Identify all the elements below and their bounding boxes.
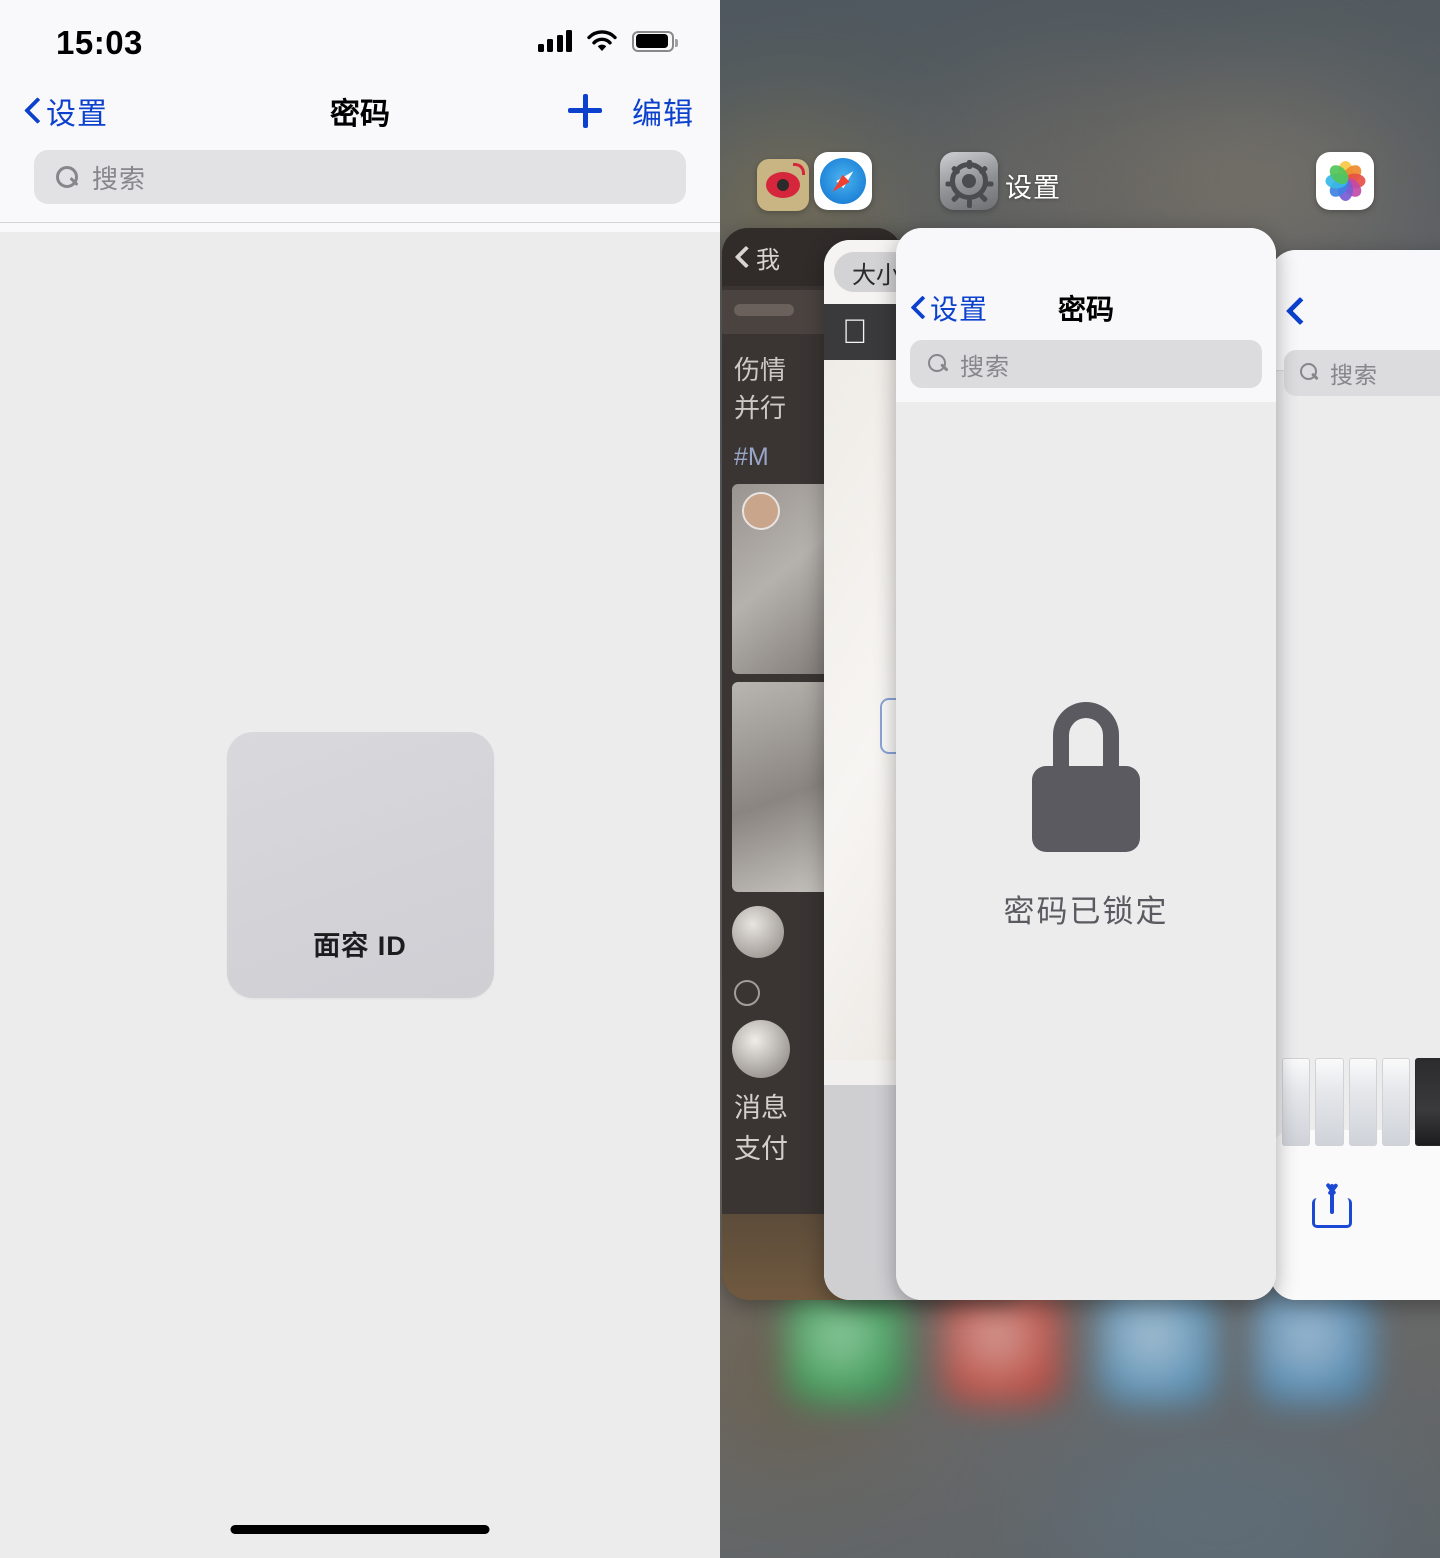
dock-icon-blue-2[interactable] [1254,1285,1374,1405]
back-button-label: 设置 [46,98,108,131]
back-button[interactable]: 设置 [26,89,108,133]
cellular-bars-icon [537,30,572,52]
globe-icon [734,980,760,1007]
search-icon [56,165,79,189]
apple-logo-icon:  [842,315,868,349]
photos-search-input[interactable]: 搜索 [1284,350,1440,396]
photos-card-nav: 搜索 [1270,250,1440,396]
photo-thumbnail[interactable] [1282,1058,1311,1146]
lock-icon [1032,702,1140,852]
photo-thumbnail[interactable] [1348,1058,1377,1146]
screenshot-stage: 15:03 设置 密码 编辑 搜索 面容 ID 设置 我 伤情 并行 #M 消息… [0,0,1440,1558]
search-input[interactable]: 搜索 [34,150,686,204]
search-icon [1300,363,1320,383]
battery-icon [632,30,678,52]
wallpaper-blur-5 [1050,1420,1390,1558]
dock-icon-blue[interactable] [1098,1285,1218,1405]
settings-card-navbar: 设置 密码 [896,280,1276,336]
photo-thumbnail-strip[interactable] [1282,1058,1440,1146]
edit-button[interactable]: 编辑 [632,89,694,133]
weibo-avatar-chip-2 [732,1020,790,1079]
status-bar-icons [537,26,678,52]
weibo-icon[interactable] [757,159,809,211]
settings-card-nav-area: 设置 密码 搜索 [896,228,1276,402]
dock-icon-green[interactable] [786,1285,906,1405]
face-id-prompt: 面容 ID [0,232,720,1558]
photo-thumbnail[interactable] [1315,1058,1344,1146]
passwords-locked-body: 密码已锁定 [896,402,1276,1300]
settings-card-back-label: 设置 [930,294,989,325]
nav-right-actions: 编辑 [568,89,694,133]
chevron-left-icon[interactable] [736,246,748,268]
face-id-card[interactable]: 面容 ID [226,732,494,998]
wifi-icon [587,30,617,52]
add-password-button[interactable] [568,94,602,128]
photos-share-sheet [1270,1058,1440,1300]
passwords-locked-label: 密码已锁定 [1003,894,1169,929]
photo-thumbnail[interactable] [1381,1058,1411,1146]
weibo-avatar-chip-1 [732,906,784,959]
photos-icon[interactable] [1316,152,1374,210]
weibo-back-label: 我 [756,246,780,274]
search-placeholder: 搜索 [92,163,147,194]
settings-card-label: 设置 [1005,173,1061,203]
settings-card-back-button[interactable]: 设置 [912,288,988,328]
safari-icon[interactable] [814,152,872,210]
navigation-bar: 设置 密码 编辑 [0,78,720,144]
face-id-icon [296,768,424,896]
home-indicator[interactable] [230,1525,490,1534]
chevron-left-icon [26,98,40,124]
app-card-settings-passwords[interactable]: 设置 密码 搜索 密码已锁定 [896,228,1276,1300]
photo-thumbnail[interactable] [1415,1058,1440,1146]
face-id-label: 面容 ID [313,930,407,961]
settings-card-search-input[interactable]: 搜索 [910,340,1262,388]
app-card-photos[interactable]: 搜索 [1270,250,1440,1300]
card-app-icons: 设置 [720,152,1440,222]
settings-icon[interactable] [940,152,998,210]
nav-area: 15:03 设置 密码 编辑 搜索 [0,0,720,232]
settings-card-search-placeholder: 搜索 [960,353,1010,381]
search-icon [928,353,949,375]
nav-divider [0,222,720,223]
avatar [742,492,780,531]
passwords-screen: 15:03 设置 密码 编辑 搜索 面容 ID [0,0,720,1558]
dock-icon-red[interactable] [942,1285,1062,1405]
status-bar-time: 15:03 [56,23,143,61]
share-icon[interactable] [1312,1182,1352,1228]
chevron-left-icon [912,296,925,320]
photos-search-placeholder: 搜索 [1330,362,1378,388]
status-bar: 15:03 [0,0,720,78]
app-switcher-screen: 设置 我 伤情 并行 #M 消息 支付 大小 设置 密码 搜索 密码已锁定 搜索 [720,0,1440,1558]
